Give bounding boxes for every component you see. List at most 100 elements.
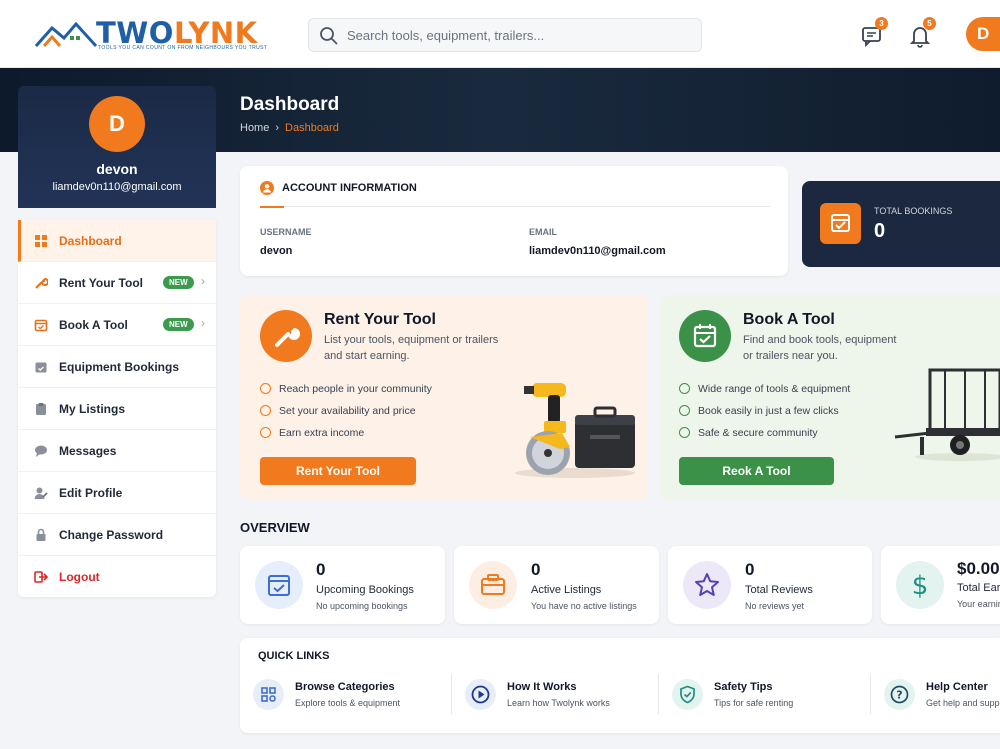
feature-text: Set your availability and price (279, 405, 416, 417)
calendar-check-icon (35, 362, 47, 372)
stat-card-total-earnings[interactable]: $ $0.00 Total Earnings Your earnings (881, 546, 1000, 624)
sidebar-item-rent-your-tool[interactable]: Rent Your Tool NEW › (18, 262, 216, 304)
lock-icon (36, 528, 46, 541)
sidebar-item-dashboard[interactable]: Dashboard (18, 220, 216, 262)
quick-link-how-it-works[interactable]: How It Works Learn how Twolynk works (465, 677, 655, 713)
total-bookings-icon-box (820, 203, 861, 244)
page-title: Dashboard (240, 94, 340, 115)
chat-icon (35, 445, 47, 457)
feature-text: Reach people in your community (279, 383, 432, 395)
quick-link-help-center[interactable]: ? Help Center Get help and support (884, 677, 1000, 713)
stat-subtext: Your earnings (957, 599, 1000, 609)
shield-check-icon (672, 679, 703, 710)
clipboard-icon (36, 402, 46, 415)
stat-value: 0 (745, 560, 755, 579)
sidebar-item-label: Book A Tool (59, 317, 128, 332)
book-card-title: Book A Tool (743, 311, 835, 328)
quick-link-subtext: Explore tools & equipment (295, 698, 401, 708)
book-a-tool-button[interactable]: Reok A Tool (679, 457, 834, 485)
feature-text: Earn extra income (279, 427, 365, 439)
book-card-desc-line1: Find and book tools, equipment (743, 334, 897, 346)
divider (260, 206, 770, 207)
sidebar-item-book-a-tool[interactable]: Book A Tool NEW › (18, 304, 216, 346)
stat-icon-circle (255, 561, 303, 609)
calendar-check-icon (831, 214, 850, 232)
play-circle-icon (465, 679, 496, 710)
quick-link-subtext: Learn how Twolynk works (507, 698, 610, 708)
stat-value: $0.00 (957, 559, 1000, 578)
stat-icon-circle: $ (896, 561, 944, 609)
divider (658, 674, 659, 714)
stat-label: Total Reviews (745, 584, 813, 596)
stat-subtext: You have no active listings (531, 601, 637, 611)
rent-card-desc-line2: and start earning. (324, 350, 410, 362)
book-card-desc-line2: or trailers near you. (743, 350, 838, 362)
quick-link-safety-tips[interactable]: Safety Tips Tips for safe renting (672, 677, 862, 713)
stat-label: Active Listings (531, 584, 602, 596)
sidebar-item-label: Logout (59, 570, 100, 584)
shield-icon-glyph (680, 685, 695, 704)
sidebar-item-logout[interactable]: Logout (18, 556, 216, 598)
stat-icon-circle (683, 561, 731, 609)
quick-link-label: Browse Categories (295, 681, 395, 693)
stat-value: 0 (316, 560, 326, 579)
briefcase-icon (481, 574, 505, 595)
sidebar-item-label: Dashboard (59, 233, 122, 248)
overview-title: OVERVIEW (240, 520, 310, 535)
sidebar-item-equipment-bookings[interactable]: Equipment Bookings (18, 346, 216, 388)
sidebar-item-my-listings[interactable]: My Listings (18, 388, 216, 430)
notifications-button[interactable]: 5 (906, 17, 936, 51)
sidebar-item-messages[interactable]: Messages (18, 430, 216, 472)
rent-your-tool-button[interactable]: Rent Your Tool (260, 457, 416, 485)
grid-icon (35, 234, 47, 247)
breadcrumb-home[interactable]: Home (240, 122, 269, 134)
search-input[interactable] (347, 19, 687, 51)
messages-button[interactable]: 3 (858, 17, 888, 51)
wrench-icon (35, 277, 48, 289)
sidebar-item-edit-profile[interactable]: Edit Profile (18, 472, 216, 514)
svg-text:?: ? (896, 689, 902, 702)
sidebar-item-label: Edit Profile (59, 485, 123, 500)
categories-icon-glyph (261, 687, 276, 702)
divider (870, 674, 871, 714)
check-circle-icon (679, 383, 690, 394)
feature-text: Wide range of tools & equipment (698, 383, 851, 395)
stat-label: Total Earnings (957, 582, 1000, 594)
quick-link-browse-categories[interactable]: Browse Categories Explore tools & equipm… (253, 677, 453, 713)
logo-house-icon (34, 21, 98, 48)
book-feature-item: Safe & secure community (679, 427, 818, 439)
notifications-badge: 5 (923, 17, 936, 30)
sidebar-item-change-password[interactable]: Change Password (18, 514, 216, 556)
categories-icon (253, 679, 284, 710)
quick-links-title: QUICK LINKS (258, 650, 330, 662)
rent-feature-item: Reach people in your community (260, 383, 432, 395)
rent-card-title: Rent Your Tool (324, 311, 436, 328)
calendar-check-icon (693, 324, 717, 348)
feature-text: Safe & secure community (698, 427, 818, 439)
user-avatar[interactable]: D (966, 17, 1000, 51)
question-icon-glyph: ? (890, 685, 909, 704)
divider (451, 674, 452, 714)
book-feature-item: Book easily in just a few clicks (679, 405, 839, 417)
quick-link-label: Safety Tips (714, 681, 773, 693)
check-circle-icon (679, 405, 690, 416)
stat-subtext: No reviews yet (745, 601, 805, 611)
sidebar-item-label: Equipment Bookings (59, 359, 179, 374)
search-bar[interactable] (308, 18, 702, 52)
profile-name: devon (96, 161, 138, 177)
book-feature-item: Wide range of tools & equipment (679, 383, 850, 395)
messages-badge: 3 (875, 17, 888, 30)
stat-subtext: No upcoming bookings (316, 601, 408, 611)
stat-icon-circle (469, 561, 517, 609)
search-icon (320, 27, 338, 45)
stat-value: 0 (531, 560, 541, 579)
user-edit-icon (34, 487, 48, 499)
book-tool-icon-circle (679, 310, 731, 362)
breadcrumb: Home › Dashboard (240, 122, 339, 134)
stat-label: Upcoming Bookings (316, 584, 414, 596)
star-icon (695, 573, 719, 596)
svg-text:$: $ (912, 571, 929, 601)
sidebar-item-label: Messages (59, 443, 117, 458)
total-bookings-label: TOTAL BOOKINGS (874, 206, 953, 216)
help-circle-icon: ? (884, 679, 915, 710)
